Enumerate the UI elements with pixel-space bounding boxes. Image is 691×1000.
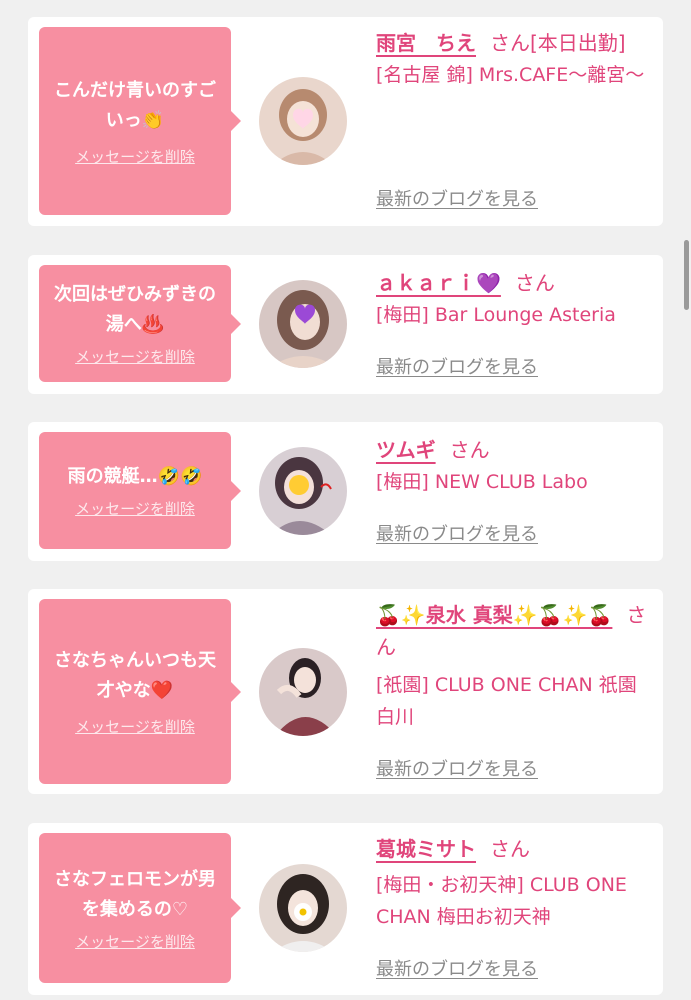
cast-info: ａｋａｒｉ💜 さん [梅田] Bar Lounge Asteria (376, 267, 651, 331)
cast-info: 🍒✨泉水 真梨✨🍒✨🍒 さん [祇園] CLUB ONE CHAN 祇園白川 (376, 599, 651, 733)
shop-name: [梅田] NEW CLUB Labo (376, 471, 588, 493)
cast-name-link[interactable]: 葛城ミサト (376, 837, 476, 861)
latest-blog-link[interactable]: 最新のブログを見る (376, 755, 538, 781)
profile-photo-icon (259, 77, 347, 165)
latest-blog-link[interactable]: 最新のブログを見る (376, 353, 538, 379)
message-list: こんだけ青いのすごいっ👏 メッセージを削除 雨宮 ちえ さん[本日出勤] [名古屋… (0, 0, 691, 1000)
cast-info: 葛城ミサト さん [梅田・お初天神] CLUB ONE CHAN 梅田お初天神 (376, 833, 651, 933)
honorific: さん (490, 837, 530, 861)
avatar[interactable] (259, 864, 347, 952)
delete-message-link[interactable]: メッセージを削除 (75, 346, 195, 367)
delete-message-link[interactable]: メッセージを削除 (75, 716, 195, 737)
shop-name: [名古屋 錦] Mrs.CAFE〜離宮〜 (376, 64, 645, 86)
name-line: 雨宮 ちえ さん[本日出勤] (376, 27, 651, 59)
message-card: さなちゃんいつも天才やな❤️ メッセージを削除 🍒✨泉水 真梨✨🍒✨🍒 さん [祇… (28, 589, 663, 794)
avatar[interactable] (259, 77, 347, 165)
latest-blog-link[interactable]: 最新のブログを見る (376, 185, 538, 211)
message-text: 雨の競艇…🤣🤣 (67, 466, 203, 487)
shop-name: [梅田] Bar Lounge Asteria (376, 304, 616, 326)
name-line: 🍒✨泉水 真梨✨🍒✨🍒 さん (376, 599, 651, 663)
shop-name: [梅田・お初天神] CLUB ONE CHAN 梅田お初天神 (376, 874, 627, 928)
avatar[interactable] (259, 648, 347, 736)
message-text: さなフェロモンが男を集めるの♡ (54, 868, 216, 920)
name-line: ａｋａｒｉ💜 さん (376, 267, 651, 299)
delete-message-link[interactable]: メッセージを削除 (75, 146, 195, 167)
cast-name-link[interactable]: 雨宮 ちえ (376, 31, 476, 55)
cast-info: 雨宮 ちえ さん[本日出勤] [名古屋 錦] Mrs.CAFE〜離宮〜 (376, 27, 651, 91)
message-bubble: さなフェロモンが男を集めるの♡ メッセージを削除 (39, 833, 241, 983)
scrollbar[interactable] (684, 240, 689, 310)
message-bubble: さなちゃんいつも天才やな❤️ メッセージを削除 (39, 599, 241, 784)
message-card: こんだけ青いのすごいっ👏 メッセージを削除 雨宮 ちえ さん[本日出勤] [名古屋… (28, 17, 663, 226)
cast-name-link[interactable]: 🍒✨泉水 真梨✨🍒✨🍒 (376, 603, 612, 627)
name-line: 葛城ミサト さん (376, 833, 651, 865)
honorific: さん[本日出勤] (490, 31, 626, 55)
delete-message-link[interactable]: メッセージを削除 (75, 931, 195, 952)
profile-photo-icon (259, 864, 347, 952)
cast-name-link[interactable]: ツムギ (376, 438, 436, 462)
message-text: こんだけ青いのすごいっ👏 (54, 79, 216, 131)
message-text: 次回はぜひみずきの湯へ♨️ (54, 284, 216, 335)
honorific: さん (449, 438, 490, 462)
message-bubble: 雨の競艇…🤣🤣 メッセージを削除 (39, 432, 241, 549)
latest-blog-link[interactable]: 最新のブログを見る (376, 520, 538, 546)
avatar[interactable] (259, 447, 347, 535)
message-card: 雨の競艇…🤣🤣 メッセージを削除 ツムギ さん [梅田] NEW CLUB Lab… (28, 422, 663, 561)
profile-photo-icon (259, 447, 347, 535)
message-card: 次回はぜひみずきの湯へ♨️ メッセージを削除 ａｋａｒｉ💜 さん [梅田] Bar… (28, 255, 663, 394)
profile-photo-icon (259, 280, 347, 368)
message-bubble: 次回はぜひみずきの湯へ♨️ メッセージを削除 (39, 265, 241, 382)
message-bubble: こんだけ青いのすごいっ👏 メッセージを削除 (39, 27, 241, 215)
message-card: さなフェロモンが男を集めるの♡ メッセージを削除 葛城ミサト さん [梅田・お初天… (28, 823, 663, 995)
latest-blog-link[interactable]: 最新のブログを見る (376, 955, 538, 981)
avatar[interactable] (259, 280, 347, 368)
cast-info: ツムギ さん [梅田] NEW CLUB Labo (376, 434, 651, 498)
honorific: さん (514, 271, 555, 295)
shop-name: [祇園] CLUB ONE CHAN 祇園白川 (376, 674, 637, 728)
delete-message-link[interactable]: メッセージを削除 (75, 498, 195, 519)
profile-photo-icon (259, 648, 347, 736)
name-line: ツムギ さん (376, 434, 651, 466)
cast-name-link[interactable]: ａｋａｒｉ💜 (376, 271, 501, 295)
message-text: さなちゃんいつも天才やな❤️ (54, 650, 216, 701)
